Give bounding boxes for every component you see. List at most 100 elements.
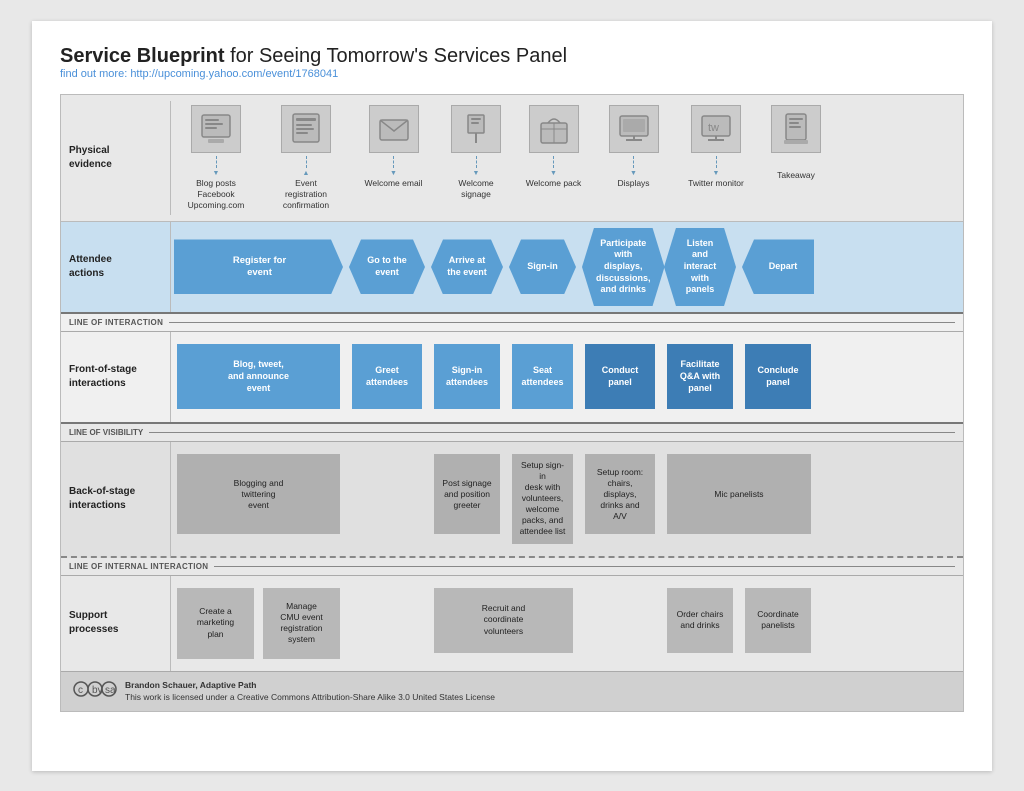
frontstage-facilitate: FacilitateQ&A withpanel	[661, 332, 739, 422]
sp-label-text: Supportprocesses	[69, 609, 118, 637]
aa-label-text: Attendeeactions	[69, 253, 112, 281]
support-row: Supportprocesses Create amarketingplan M…	[61, 576, 963, 671]
welcome-email-icon	[369, 105, 419, 153]
support-empty-2	[579, 576, 661, 671]
evidence-welcome-pack-text: Welcome pack	[526, 178, 582, 189]
frontstage-label: Front-of-stageinteractions	[61, 332, 171, 422]
go-text: Go to the event	[349, 239, 425, 294]
support-empty-1	[346, 576, 428, 671]
blogging-box: Blogging andtwitteringevent	[177, 454, 340, 534]
frontstage-signin: Sign-inattendees	[428, 332, 506, 422]
action-arrive: Arrive at the event	[428, 222, 506, 312]
event-reg-icon	[281, 105, 331, 153]
action-depart: Depart	[739, 222, 817, 312]
attendee-actions-section: Attendeeactions Register forevent Go to …	[61, 222, 963, 314]
cmu-box: ManageCMU eventregistrationsystem	[263, 588, 340, 659]
support-marketing-col: Create amarketingplan ManageCMU eventreg…	[171, 576, 346, 671]
setup-room-box: Setup room:chairs,displays,drinks andA/V	[585, 454, 655, 534]
frontstage-seat: Seatattendees	[506, 332, 579, 422]
fs-label-text: Front-of-stageinteractions	[69, 363, 137, 391]
evidence-twitter-text: Twitter monitor	[688, 178, 744, 189]
action-participate: Participate with displays, discussions, …	[579, 222, 661, 312]
evidence-welcome-signage-text: Welcome signage	[458, 178, 493, 200]
loi-internal-rule	[214, 566, 955, 567]
backstage-mic: Mic panelists	[661, 442, 817, 555]
evidence-welcome-email-text: Welcome email	[365, 178, 423, 189]
frontstage-row: Front-of-stageinteractions Blog, tweet,a…	[61, 332, 963, 422]
lov-label: LINE OF VISIBILITY	[69, 428, 143, 437]
evidence-welcome-email: ▼ Welcome email	[351, 101, 436, 215]
evidence-takeaway-text: Takeaway	[777, 170, 815, 181]
order-chairs-box: Order chairsand drinks	[667, 588, 733, 653]
action-go: Go to the event	[346, 222, 428, 312]
svg-text:c: c	[78, 685, 83, 696]
loi-internal-label: LINE OF INTERNAL INTERACTION	[69, 562, 208, 571]
evidence-displays-text: Displays	[617, 178, 649, 189]
footer-license: This work is licensed under a Creative C…	[125, 692, 495, 702]
blog-icon	[191, 105, 241, 153]
participate-text: Participate with displays, discussions, …	[582, 228, 665, 306]
blueprint: Physicalevidence ▼ Blog posts Facebook U…	[60, 94, 964, 713]
physical-evidence-section: Physicalevidence ▼ Blog posts Facebook U…	[61, 95, 963, 222]
svg-text:by: by	[92, 685, 103, 696]
footer-text: Brandon Schauer, Adaptive Path This work…	[125, 679, 495, 705]
backstage-empty-2	[817, 442, 890, 555]
backstage-row: Back-of-stageinteractions Blogging andtw…	[61, 442, 963, 555]
setup-signin-box: Setup sign-indesk withvolunteers,welcome…	[512, 454, 573, 543]
support-empty-3	[817, 576, 890, 671]
takeaway-icon	[771, 105, 821, 153]
backstage-label: Back-of-stageinteractions	[61, 442, 171, 555]
backstage-post-signage: Post signageand positiongreeter	[428, 442, 506, 555]
title-bold: Service Blueprint	[60, 45, 225, 67]
marketing-box: Create amarketingplan	[177, 588, 254, 659]
attendee-actions-label: Attendeeactions	[61, 222, 171, 312]
main-title: Service Blueprint for Seeing Tomorrow's …	[60, 45, 964, 68]
mic-box: Mic panelists	[667, 454, 811, 534]
blog-tweet-box: Blog, tweet,and announceevent	[177, 344, 340, 409]
conclude-box: Concludepanel	[745, 344, 811, 409]
action-register: Register forevent	[171, 222, 346, 312]
action-signin: Sign-in	[506, 222, 579, 312]
title-rest: for Seeing Tomorrow's Services Panel	[225, 45, 568, 67]
subtitle-link[interactable]: find out more: http://upcoming.yahoo.com…	[60, 68, 964, 80]
backstage-setup-room: Setup room:chairs,displays,drinks andA/V	[579, 442, 661, 555]
pe-label-text: Physicalevidence	[69, 144, 112, 172]
listen-text: Listen and interact with panels	[664, 228, 736, 306]
evidence-welcome-pack: ▼ Welcome pack	[516, 101, 591, 215]
frontstage-greet: Greetattendees	[346, 332, 428, 422]
loi-label: LINE OF INTERACTION	[69, 318, 163, 327]
depart-text: Depart	[742, 239, 814, 294]
evidence-event-reg-text: Event registration confirmation	[283, 178, 329, 211]
evidence-blog: ▼ Blog posts Facebook Upcoming.com	[171, 101, 261, 215]
post-signage-box: Post signageand positiongreeter	[434, 454, 500, 534]
evidence-event-reg: ▲ Event registration confirmation	[261, 101, 351, 215]
support-order-chairs: Order chairsand drinks	[661, 576, 739, 671]
title-block: Service Blueprint for Seeing Tomorrow's …	[60, 45, 964, 80]
line-of-internal-interaction: LINE OF INTERNAL INTERACTION	[61, 558, 963, 576]
svg-text:sa: sa	[105, 685, 116, 696]
support-recruit: Recruit andcoordinatevolunteers	[428, 576, 579, 671]
twitter-icon: tw	[691, 105, 741, 153]
recruit-box: Recruit andcoordinatevolunteers	[434, 588, 573, 653]
support-section: Supportprocesses Create amarketingplan M…	[61, 576, 963, 671]
signin-text: Sign-in	[509, 239, 576, 294]
evidence-takeaway: Takeaway	[756, 101, 836, 215]
support-label: Supportprocesses	[61, 576, 171, 671]
page: Service Blueprint for Seeing Tomorrow's …	[32, 21, 992, 771]
greet-box: Greetattendees	[352, 344, 422, 409]
displays-icon	[609, 105, 659, 153]
svg-text:tw: tw	[708, 122, 719, 134]
line-of-interaction: LINE OF INTERACTION	[61, 314, 963, 332]
backstage-setup-signin: Setup sign-indesk withvolunteers,welcome…	[506, 442, 579, 555]
evidence-blog-text: Blog posts Facebook Upcoming.com	[188, 178, 245, 211]
support-coord: Coordinatepanelists	[739, 576, 817, 671]
loi-rule	[169, 322, 955, 323]
line-of-visibility: LINE OF VISIBILITY	[61, 424, 963, 442]
frontstage-blog-tweet: Blog, tweet,and announceevent	[171, 332, 346, 422]
backstage-blogging: Blogging andtwitteringevent	[171, 442, 346, 555]
footer: cbysa Brandon Schauer, Adaptive Path Thi…	[61, 671, 963, 712]
evidence-twitter: tw ▼ Twitter monitor	[676, 101, 756, 215]
footer-author: Brandon Schauer, Adaptive Path	[125, 680, 256, 690]
seat-box: Seatattendees	[512, 344, 573, 409]
signin-att-box: Sign-inattendees	[434, 344, 500, 409]
